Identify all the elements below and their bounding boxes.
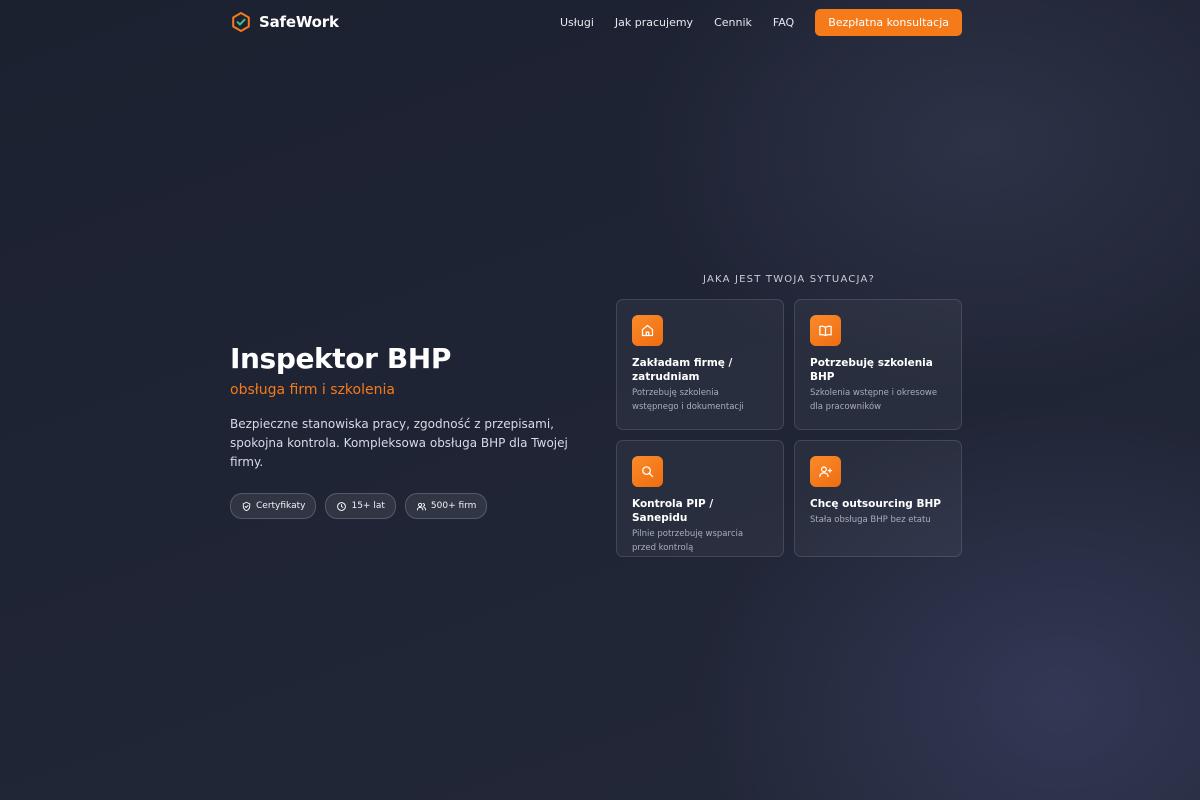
situation-selector: JAKA JEST TWOJA SYTUACJA? Zakładam firmę… [616,274,962,557]
nav-menu: Usługi Jak pracujemy Cennik FAQ Bezpłatn… [539,8,962,36]
badge-label: 15+ lat [351,501,385,511]
brand-name: SafeWork [259,13,339,31]
book-icon [819,325,832,337]
card-title: Potrzebuję szkolenia BHP [810,357,933,383]
users-icon [416,502,426,510]
clock-icon [337,501,347,511]
card-icon-wrapper [810,456,841,487]
user-plus-icon [819,466,833,478]
brand-logo[interactable]: SafeWork [230,11,339,33]
building-icon [641,324,654,337]
badge-certificates: Certyfikaty [230,493,317,519]
badge-years: 15+ lat [325,493,396,519]
situation-card-training[interactable]: Potrzebuję szkolenia BHP Szkolenia wstęp… [794,299,962,430]
nav-link-uslugi[interactable]: Usługi [560,16,594,29]
card-icon-wrapper [632,315,663,346]
badge-companies: 500+ firm [404,493,488,519]
card-description: Pilnie potrzebuję wsparcia przed kontrol… [632,529,744,553]
situation-card-outsourcing[interactable]: Chcę outsourcing BHP Stała obsługa BHP b… [794,440,962,557]
hero-description: Bezpieczne stanowiska pracy, zgodność z … [230,417,568,469]
situation-card-new-company[interactable]: Zakładam firmę / zatrudniam Potrzebuję s… [616,299,784,430]
hero-subtitle: obsługa firm i szkolenia [230,382,395,398]
nav-link-jak-pracujemy[interactable]: Jak pracujemy [615,16,693,29]
shield-check-icon [242,501,251,511]
nav-link-faq[interactable]: FAQ [773,16,794,29]
card-description: Szkolenia wstępne i okresowe dla pracown… [810,388,938,412]
card-title: Zakładam firmę / zatrudniam [632,357,733,383]
hero-section: Inspektor BHP obsługa firm i szkolenia B… [230,342,590,519]
card-title: Kontrola PIP / Sanepidu [632,498,714,524]
trust-badges: Certyfikaty 15+ lat 500+ firm [230,493,590,519]
card-title: Chcę outsourcing BHP [810,498,941,510]
nav-link-cennik[interactable]: Cennik [714,16,752,29]
situation-grid: Zakładam firmę / zatrudniam Potrzebuję s… [616,299,962,557]
card-icon-wrapper [810,315,841,346]
situation-heading: JAKA JEST TWOJA SYTUACJA? [702,274,876,285]
card-description: Stała obsługa BHP bez etatu [810,515,931,525]
badge-label: Certyfikaty [256,501,306,511]
hexagon-check-icon [232,12,250,32]
top-navigation: SafeWork Usługi Jak pracujemy Cennik FAQ… [230,0,962,44]
card-icon-wrapper [632,456,663,487]
free-consultation-button[interactable]: Bezpłatna konsultacja [815,8,962,36]
badge-label: 500+ firm [430,501,477,511]
situation-card-inspection[interactable]: Kontrola PIP / Sanepidu Pilnie potrzebuj… [616,440,784,557]
hero-title: Inspektor BHP [230,342,451,375]
card-description: Potrzebuję szkolenia wstępnego i dokumen… [632,388,744,412]
search-icon [642,466,654,478]
